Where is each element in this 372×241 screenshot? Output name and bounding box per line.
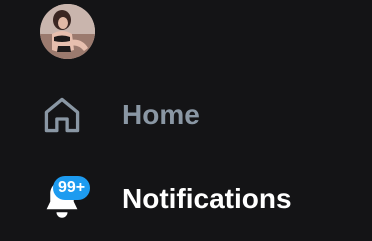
sidebar-item-home[interactable]: Home — [40, 87, 200, 143]
avatar-image — [40, 4, 95, 59]
avatar[interactable] — [40, 4, 95, 59]
sidebar-item-label: Notifications — [122, 183, 292, 214]
notification-count-badge: 99+ — [53, 176, 91, 200]
sidebar-item-notifications[interactable]: 99+ Notifications — [40, 171, 292, 227]
bell-icon: 99+ — [40, 171, 100, 227]
sidebar-item-label: Home — [122, 99, 200, 130]
home-icon — [40, 87, 100, 143]
